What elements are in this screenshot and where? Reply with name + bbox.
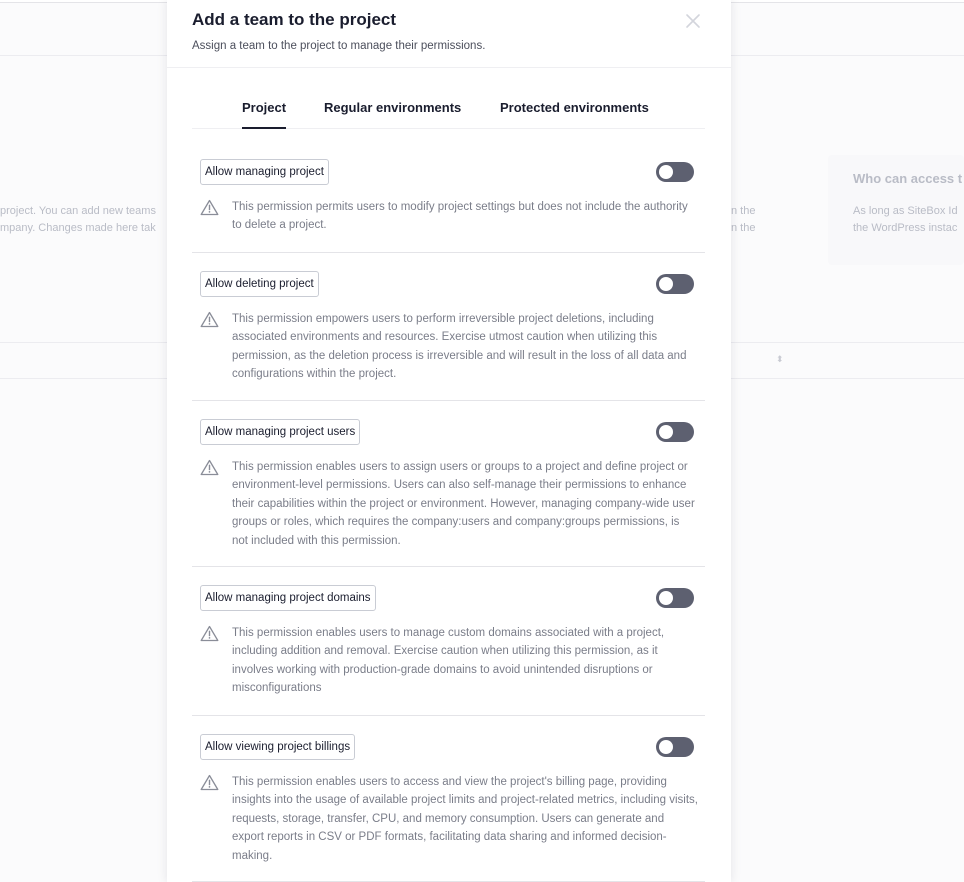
modal-title: Add a team to the project: [192, 10, 397, 29]
background-heading: Who can access t: [853, 171, 963, 186]
background-text: n the: [731, 205, 756, 217]
header-divider: [167, 67, 731, 68]
managing-project-users-toggle[interactable]: [656, 422, 694, 442]
background-text: project. You can add new teams: [0, 205, 156, 217]
tab-regular-environments[interactable]: Regular environments: [324, 96, 461, 129]
permission-managing-project-domains: Allow managing project domains This perm…: [192, 567, 705, 716]
warning-triangle-icon: [200, 774, 219, 791]
warning-triangle-icon: [200, 311, 219, 328]
close-button[interactable]: [684, 12, 702, 30]
permission-label: Allow managing project users: [200, 419, 361, 445]
managing-project-toggle[interactable]: [656, 162, 694, 182]
toggle-knob: [659, 165, 673, 179]
permission-description: This permission permits users to modify …: [232, 201, 688, 232]
viewing-project-billings-toggle[interactable]: [656, 737, 694, 757]
deleting-project-toggle[interactable]: [656, 274, 694, 294]
warning-triangle-icon: [200, 459, 219, 476]
sort-icon: ⬍: [776, 354, 784, 364]
permission-managing-project-users: Allow managing project users This permis…: [192, 401, 705, 567]
toggle-knob: [659, 425, 673, 439]
permission-description: This permission enables users to manage …: [232, 627, 665, 695]
modal-subtitle: Assign a team to the project to manage t…: [192, 40, 486, 52]
close-icon: [686, 14, 700, 28]
permission-description: This permission enables users to access …: [232, 776, 698, 862]
permission-description: This permission enables users to assign …: [232, 461, 695, 547]
warning-triangle-icon: [200, 199, 219, 216]
background-text: n the: [731, 222, 756, 234]
add-team-modal: Add a team to the project Assign a team …: [167, 0, 731, 882]
managing-project-domains-toggle[interactable]: [656, 588, 694, 608]
toggle-knob: [659, 591, 673, 605]
permission-managing-project: Allow managing project This permission p…: [192, 150, 705, 253]
background-text: mpany. Changes made here tak: [0, 222, 156, 234]
permission-viewing-project-billings: Allow viewing project billings This perm…: [192, 716, 705, 882]
permission-label: Allow deleting project: [200, 271, 319, 297]
permission-tabs: Project Regular environments Protected e…: [192, 96, 705, 129]
permission-description: This permission empowers users to perfor…: [232, 313, 687, 381]
warning-triangle-icon: [200, 625, 219, 642]
background-text: As long as SiteBox Id: [853, 205, 958, 217]
tab-project[interactable]: Project: [242, 96, 287, 129]
background-text: the WordPress instac: [853, 222, 958, 234]
permission-label: Allow viewing project billings: [200, 734, 356, 760]
permission-deleting-project: Allow deleting project This permission e…: [192, 253, 705, 401]
toggle-knob: [659, 277, 673, 291]
permission-label: Allow managing project: [200, 159, 329, 185]
tab-protected-environments[interactable]: Protected environments: [500, 96, 649, 129]
toggle-knob: [659, 740, 673, 754]
permission-label: Allow managing project domains: [200, 585, 376, 611]
